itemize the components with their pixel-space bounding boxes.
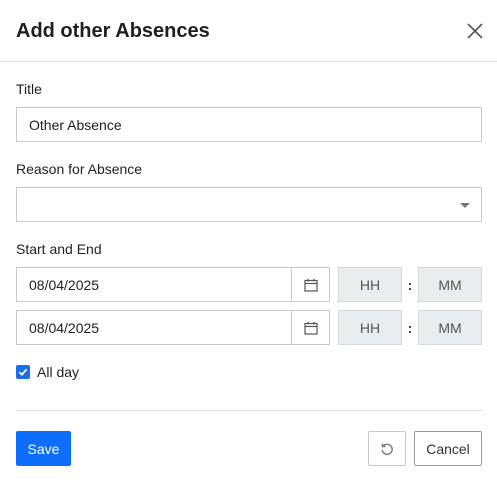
end-minute-placeholder: MM bbox=[438, 319, 462, 336]
calendar-icon bbox=[303, 321, 318, 335]
start-end-label: Start and End bbox=[16, 241, 102, 257]
check-icon bbox=[18, 368, 28, 376]
all-day-checkbox[interactable] bbox=[16, 365, 30, 379]
end-calendar-button[interactable] bbox=[291, 311, 329, 344]
end-date-input[interactable]: 08/04/2025 bbox=[16, 310, 330, 345]
start-hour-input[interactable]: HH bbox=[338, 267, 402, 302]
start-time-separator: : bbox=[407, 276, 413, 293]
close-icon[interactable] bbox=[464, 20, 486, 42]
start-date-value: 08/04/2025 bbox=[29, 276, 100, 293]
dialog-title: Add other Absences bbox=[16, 20, 210, 42]
end-hour-input[interactable]: HH bbox=[338, 310, 402, 345]
chevron-down-icon bbox=[460, 203, 470, 208]
calendar-icon bbox=[303, 278, 318, 292]
title-input[interactable]: Other Absence bbox=[16, 107, 482, 142]
reset-icon bbox=[381, 443, 393, 455]
start-minute-input[interactable]: MM bbox=[418, 267, 482, 302]
reason-select[interactable] bbox=[16, 187, 482, 222]
start-hour-placeholder: HH bbox=[359, 276, 381, 293]
add-absence-dialog: Add other Absences Title Other Absence R… bbox=[0, 0, 497, 482]
end-hour-placeholder: HH bbox=[359, 319, 381, 336]
start-date-input[interactable]: 08/04/2025 bbox=[16, 267, 330, 302]
all-day-label[interactable]: All day bbox=[37, 364, 79, 380]
dialog-header: Add other Absences bbox=[0, 0, 497, 62]
start-minute-placeholder: MM bbox=[438, 276, 462, 293]
reset-button[interactable] bbox=[368, 431, 406, 466]
footer-divider bbox=[16, 410, 482, 411]
start-calendar-button[interactable] bbox=[291, 268, 329, 301]
end-time-separator: : bbox=[407, 319, 413, 336]
reason-label: Reason for Absence bbox=[16, 161, 143, 177]
end-minute-input[interactable]: MM bbox=[418, 310, 482, 345]
title-label: Title bbox=[16, 81, 42, 97]
end-date-value: 08/04/2025 bbox=[29, 319, 100, 336]
cancel-button[interactable]: Cancel bbox=[414, 431, 482, 466]
save-button[interactable]: Save bbox=[16, 431, 71, 466]
title-input-value: Other Absence bbox=[29, 116, 122, 133]
